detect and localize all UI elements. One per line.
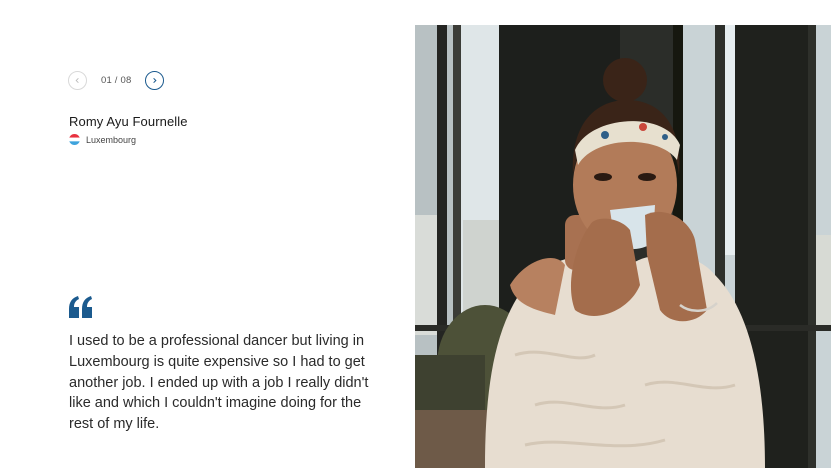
country-label: Luxembourg [86,134,137,145]
testimonial-author: Romy Ayu Fournelle Luxembourg [69,114,188,145]
prev-button[interactable] [68,71,87,90]
testimonial-pager: 01 / 08 [68,71,165,90]
luxembourg-flag-icon [69,134,80,145]
author-name: Romy Ayu Fournelle [69,114,188,129]
woman-drinking-coffee-photo [415,25,831,468]
testimonial-quote: I used to be a professional dancer but l… [69,333,369,433]
slide-counter: 01 / 08 [101,75,132,86]
quote-icon [69,296,92,318]
testimonial-panel: 01 / 08 Romy Ayu Fournelle Luxembourg I … [0,0,415,468]
chevron-left-icon [75,78,79,83]
author-country: Luxembourg [69,134,188,145]
next-button[interactable] [145,71,165,90]
chevron-right-icon [153,77,158,84]
